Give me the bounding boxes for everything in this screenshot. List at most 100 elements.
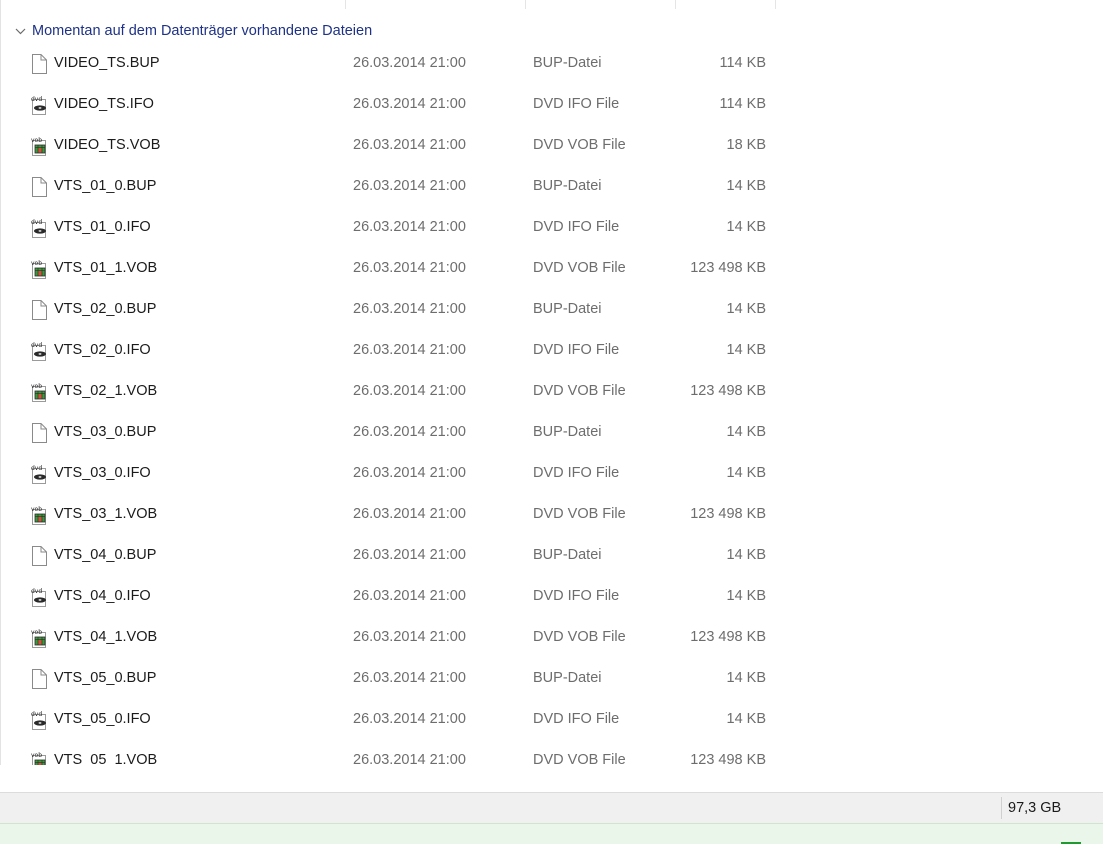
dvd-vob-icon: vob (30, 259, 48, 279)
file-row[interactable]: dvd VTS_03_0.IFO 26.03.2014 21:00 DVD IFO F… (0, 454, 800, 495)
file-size: 14 KB (726, 178, 767, 194)
file-size: 14 KB (726, 342, 767, 358)
file-date: 26.03.2014 21:00 (353, 424, 466, 440)
file-type: BUP-Datei (533, 55, 602, 71)
chevron-down-icon[interactable] (14, 25, 26, 37)
file-type: BUP-Datei (533, 178, 602, 194)
file-size: 18 KB (726, 137, 767, 153)
svg-text:dvd: dvd (31, 465, 42, 472)
file-row[interactable]: vob VTS_01_1.VOB 26.03.2014 21:00 DVD VOB F… (0, 249, 800, 290)
file-row[interactable]: VTS_04_0.BUP 26.03.2014 21:00 BUP-Datei 14 … (0, 536, 800, 577)
group-label: Momentan auf dem Datenträger vorhandene … (32, 23, 373, 39)
file-date: 26.03.2014 21:00 (353, 670, 466, 686)
file-name: VTS_03_0.BUP (54, 424, 157, 440)
file-date: 26.03.2014 21:00 (353, 260, 466, 276)
file-date: 26.03.2014 21:00 (353, 342, 466, 358)
file-row[interactable]: vob VTS_03_1.VOB 26.03.2014 21:00 DVD VOB F… (0, 495, 800, 536)
file-type: DVD IFO File (533, 342, 620, 358)
file-type: DVD IFO File (533, 465, 620, 481)
file-type: DVD VOB File (533, 629, 626, 645)
column-separator[interactable] (675, 0, 676, 9)
file-date: 26.03.2014 21:00 (353, 219, 466, 235)
file-size: 14 KB (726, 588, 767, 604)
file-size: 123 498 KB (690, 629, 766, 645)
file-row[interactable]: VTS_01_0.BUP 26.03.2014 21:00 BUP-Datei 14 … (0, 167, 800, 208)
file-row[interactable]: dvd VIDEO_TS.IFO 26.03.2014 21:00 DVD IFO F… (0, 85, 800, 126)
column-separator[interactable] (345, 0, 346, 9)
svg-text:vob: vob (31, 383, 42, 390)
file-date: 26.03.2014 21:00 (353, 711, 466, 727)
column-header-strip[interactable] (0, 0, 1103, 9)
file-name: VIDEO_TS.VOB (54, 137, 161, 153)
file-date: 26.03.2014 21:00 (353, 629, 466, 645)
file-size: 123 498 KB (690, 506, 766, 522)
file-date: 26.03.2014 21:00 (353, 301, 466, 317)
column-separator[interactable] (525, 0, 526, 9)
file-size: 14 KB (726, 711, 767, 727)
explorer-window: Momentan auf dem Datenträger vorhandene … (0, 0, 1103, 844)
svg-text:vob: vob (31, 260, 42, 267)
svg-text:dvd: dvd (31, 588, 42, 595)
group-header[interactable]: Momentan auf dem Datenträger vorhandene … (14, 20, 372, 42)
file-date: 26.03.2014 21:00 (353, 588, 466, 604)
file-name: VTS_01_0.IFO (54, 219, 151, 235)
file-type: DVD IFO File (533, 96, 620, 112)
status-free-space: 97,3 GB (1008, 800, 1062, 816)
file-size: 123 498 KB (690, 383, 766, 399)
file-name: VTS_02_1.VOB (54, 383, 158, 399)
file-date: 26.03.2014 21:00 (353, 547, 466, 563)
file-size: 123 498 KB (690, 260, 766, 276)
file-date: 26.03.2014 21:00 (353, 465, 466, 481)
file-name: VTS_03_0.IFO (54, 465, 151, 481)
file-list[interactable]: VIDEO_TS.BUP 26.03.2014 21:00 BUP-Datei 114… (0, 44, 1103, 765)
file-name: VTS_04_0.BUP (54, 547, 157, 563)
blank-file-icon (30, 546, 48, 566)
svg-text:vob: vob (31, 752, 42, 759)
file-row[interactable]: VTS_05_0.BUP 26.03.2014 21:00 BUP-Datei 14 … (0, 659, 800, 700)
file-row[interactable]: VIDEO_TS.BUP 26.03.2014 21:00 BUP-Datei 114… (0, 44, 800, 85)
file-name: VTS_05_0.IFO (54, 711, 151, 727)
file-row[interactable]: vob VTS_02_1.VOB 26.03.2014 21:00 DVD VOB F… (0, 372, 800, 413)
file-type: BUP-Datei (533, 424, 602, 440)
dvd-ifo-icon: dvd (30, 95, 48, 115)
dvd-ifo-icon: dvd (30, 587, 48, 607)
file-size: 14 KB (726, 219, 767, 235)
status-bar: 97,3 GB (0, 792, 1103, 823)
file-type: BUP-Datei (533, 547, 602, 563)
dvd-vob-icon: vob (30, 136, 48, 156)
file-name: VTS_03_1.VOB (54, 506, 158, 522)
file-type: DVD IFO File (533, 588, 620, 604)
file-name: VTS_02_0.BUP (54, 301, 157, 317)
file-date: 26.03.2014 21:00 (353, 178, 466, 194)
file-row[interactable]: dvd VTS_02_0.IFO 26.03.2014 21:00 DVD IFO F… (0, 331, 800, 372)
file-row[interactable]: vob VIDEO_TS.VOB 26.03.2014 21:00 DVD VOB F… (0, 126, 800, 167)
file-name: VTS_02_0.IFO (54, 342, 151, 358)
dvd-ifo-icon: dvd (30, 710, 48, 730)
file-row[interactable]: vob VTS_04_1.VOB 26.03.2014 21:00 DVD VOB F… (0, 618, 800, 659)
file-size: 123 498 KB (690, 752, 766, 765)
file-row[interactable]: vob VTS_05_1.VOB 26.03.2014 21:00 DVD VOB F… (0, 741, 800, 765)
svg-text:dvd: dvd (31, 96, 42, 103)
svg-text:dvd: dvd (31, 711, 42, 718)
file-row[interactable]: dvd VTS_05_0.IFO 26.03.2014 21:00 DVD IFO F… (0, 700, 800, 741)
file-size: 14 KB (726, 424, 767, 440)
file-type: DVD VOB File (533, 260, 626, 276)
svg-text:vob: vob (31, 506, 42, 513)
file-size: 14 KB (726, 465, 767, 481)
file-type: DVD VOB File (533, 383, 626, 399)
file-name: VTS_04_0.IFO (54, 588, 151, 604)
file-size: 114 KB (719, 96, 767, 112)
file-name: VTS_05_0.BUP (54, 670, 157, 686)
file-row[interactable]: dvd VTS_04_0.IFO 26.03.2014 21:00 DVD IFO F… (0, 577, 800, 618)
file-name: VTS_05_1.VOB (54, 752, 158, 765)
column-separator[interactable] (775, 0, 776, 9)
file-date: 26.03.2014 21:00 (353, 96, 466, 112)
blank-file-icon (30, 177, 48, 197)
dvd-vob-icon: vob (30, 382, 48, 402)
file-row[interactable]: VTS_03_0.BUP 26.03.2014 21:00 BUP-Datei 14 … (0, 413, 800, 454)
dvd-vob-icon: vob (30, 751, 48, 765)
file-row[interactable]: dvd VTS_01_0.IFO 26.03.2014 21:00 DVD IFO F… (0, 208, 800, 249)
file-name: VIDEO_TS.IFO (54, 96, 154, 112)
svg-text:vob: vob (31, 629, 42, 636)
file-row[interactable]: VTS_02_0.BUP 26.03.2014 21:00 BUP-Datei 14 … (0, 290, 800, 331)
